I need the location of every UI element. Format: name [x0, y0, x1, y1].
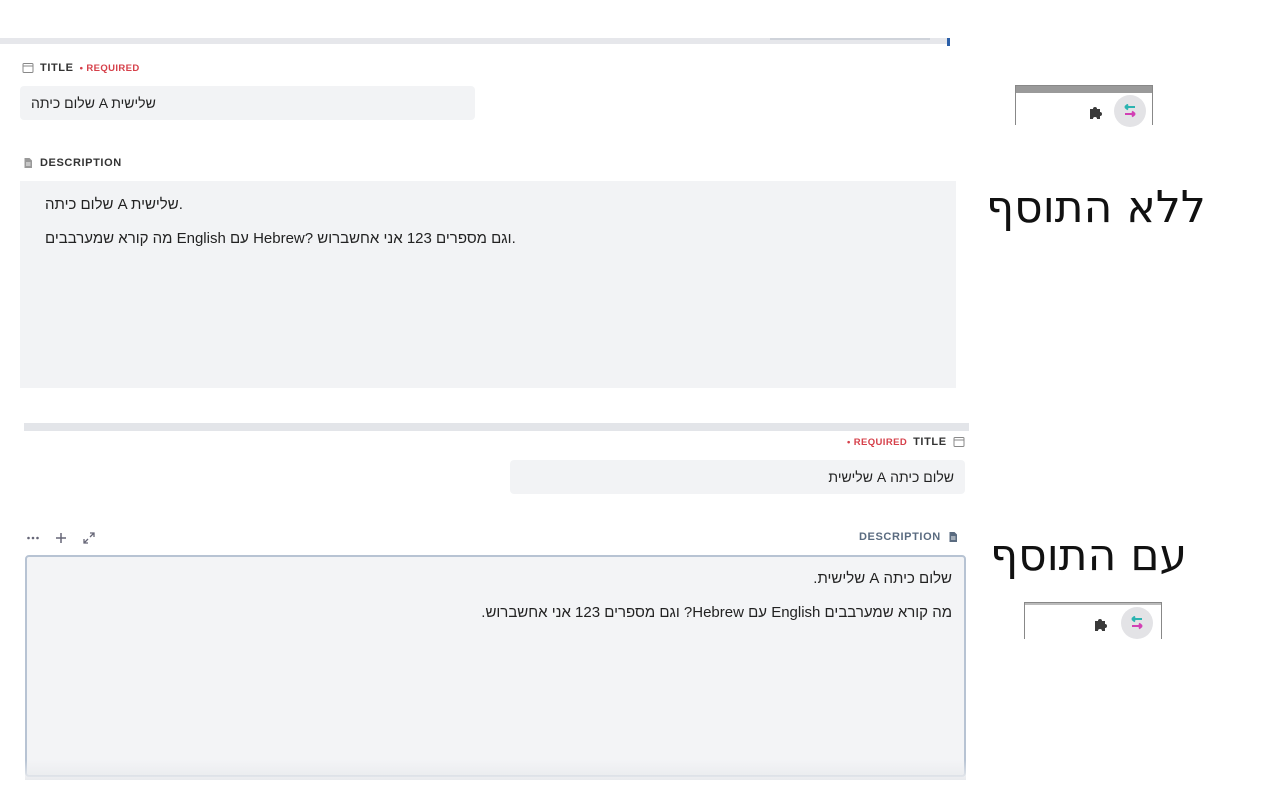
required-badge: • REQUIRED — [847, 436, 908, 448]
expand-icon[interactable] — [82, 531, 96, 545]
title-label: TITLE • REQUIRED — [22, 62, 140, 74]
description-toolbar — [26, 528, 96, 548]
top-divider-strip — [0, 38, 950, 46]
divider-accent — [947, 38, 950, 46]
textarea-bottom-fade — [25, 760, 966, 780]
extension-toggle-icon[interactable] — [1114, 95, 1146, 127]
title-label-text: TITLE — [40, 62, 74, 74]
puzzle-icon[interactable] — [1088, 104, 1104, 120]
required-badge: • REQUIRED — [79, 62, 140, 74]
description-line-1: שלום כיתה A שלישית. — [813, 570, 952, 587]
browser-toolbar-mock-bottom — [1024, 602, 1162, 639]
description-label-rtl: DESCRIPTION — [859, 531, 959, 543]
browser-toolbar-mock-top — [1015, 85, 1153, 127]
description-line-2: מה קורא שמערבבים English עם Hebrew? וגם … — [45, 230, 516, 247]
description-textarea-rtl[interactable]: שלום כיתה A שלישית. מה קורא שמערבבים Eng… — [25, 555, 966, 777]
calendar-icon — [22, 63, 34, 73]
more-icon[interactable] — [26, 531, 40, 545]
title-input-value: שלום כיתה A שלישית — [31, 95, 156, 111]
divider-highlight — [770, 38, 930, 40]
bottom-divider-strip — [24, 423, 969, 431]
title-input[interactable]: שלום כיתה A שלישית — [20, 86, 475, 120]
description-label-text: DESCRIPTION — [859, 531, 941, 543]
plus-icon[interactable] — [54, 531, 68, 545]
description-line-2: מה קורא שמערבבים English עם Hebrew? וגם … — [481, 604, 952, 621]
document-icon — [949, 532, 957, 542]
description-label-text: DESCRIPTION — [40, 157, 122, 169]
title-label-rtl: TITLE • REQUIRED — [847, 436, 965, 448]
caption-without-extension: ללא התוסף — [986, 182, 1206, 233]
puzzle-icon[interactable] — [1093, 616, 1109, 632]
browser-toolbar-bar — [1016, 86, 1152, 93]
caption-with-extension: עם התוסף — [990, 530, 1188, 581]
document-icon — [24, 158, 32, 168]
title-label-text: TITLE — [913, 436, 947, 448]
calendar-icon — [953, 437, 965, 447]
description-label: DESCRIPTION — [22, 157, 122, 169]
description-textarea[interactable]: שלום כיתה A שלישית. מה קורא שמערבבים Eng… — [20, 181, 956, 388]
title-input-value: שלום כיתה A שלישית — [828, 469, 954, 485]
extension-toggle-icon[interactable] — [1121, 607, 1153, 639]
browser-toolbar-bar — [1025, 603, 1161, 605]
description-line-1: שלום כיתה A שלישית. — [45, 196, 183, 213]
title-input-rtl[interactable]: שלום כיתה A שלישית — [510, 460, 965, 494]
top-panel-without-extension: TITLE • REQUIRED שלום כיתה A שלישית DESC… — [0, 0, 957, 390]
